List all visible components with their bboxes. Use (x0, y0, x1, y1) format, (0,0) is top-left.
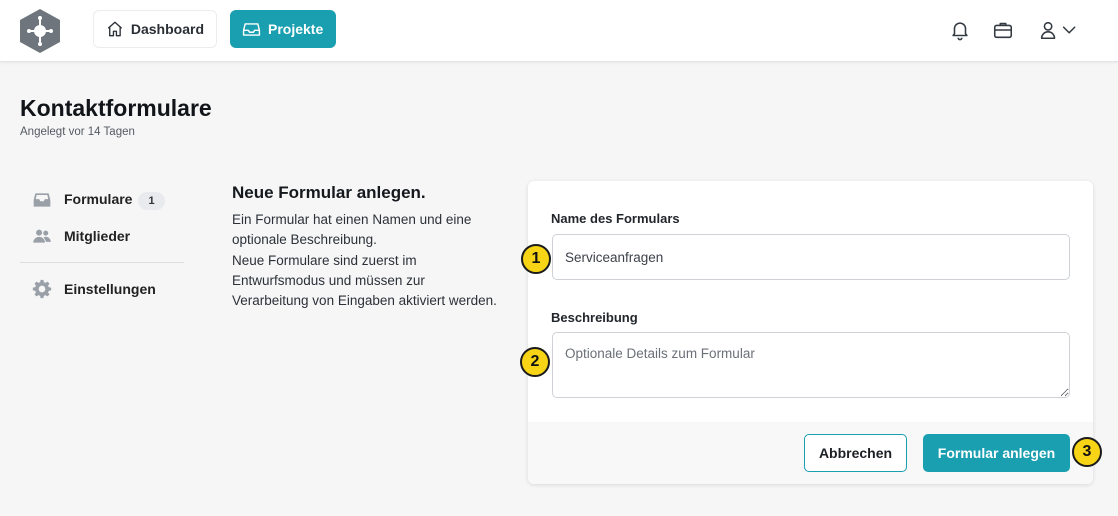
inbox-icon (33, 193, 51, 207)
user-icon (1040, 21, 1056, 40)
sidebar-item-label: Einstellungen (64, 281, 156, 297)
nav-projekte-button[interactable]: Projekte (230, 10, 336, 48)
annotation-marker-2: 2 (520, 347, 550, 377)
section-title: Neue Formular anlegen. (232, 183, 426, 202)
form-name-input[interactable] (552, 234, 1070, 280)
home-icon (107, 21, 123, 37)
chevron-down-icon (1062, 26, 1076, 34)
briefcase-icon[interactable] (992, 19, 1014, 41)
annotation-marker-3: 3 (1072, 437, 1102, 467)
nav-dashboard-button[interactable]: Dashboard (93, 10, 217, 48)
name-label: Name des Formulars (551, 211, 680, 226)
annotation-marker-1: 1 (521, 244, 551, 274)
page-subtitle: Angelegt vor 14 Tagen (20, 126, 135, 138)
logo-icon[interactable] (18, 8, 62, 54)
cancel-button[interactable]: Abbrechen (804, 434, 907, 472)
section-description: Ein Formular hat einen Namen und eine op… (232, 212, 497, 309)
form-description-textarea[interactable] (552, 332, 1070, 398)
user-menu[interactable] (1037, 19, 1083, 41)
sidebar-item-label: Formulare (64, 190, 133, 207)
form-card: Name des Formulars Beschreibung Abbreche… (528, 181, 1093, 484)
sidebar-divider (20, 262, 184, 263)
gear-icon (32, 279, 52, 299)
users-icon (33, 229, 51, 243)
sidebar-item-label: Mitglieder (64, 228, 131, 244)
bell-icon[interactable] (949, 19, 971, 41)
sidebar-item-einstellungen[interactable]: Einstellungen (32, 277, 156, 301)
inbox-icon (242, 22, 261, 36)
count-badge: 1 (138, 191, 165, 210)
sidebar-item-formulare[interactable]: Formulare 1 (32, 188, 165, 212)
nav-dashboard-label: Dashboard (130, 21, 204, 37)
nav-projekte-label: Projekte (268, 21, 324, 37)
create-form-button[interactable]: Formular anlegen (923, 434, 1070, 472)
page-title: Kontaktformulare (20, 95, 212, 121)
top-bar: Dashboard Projekte (0, 0, 1118, 62)
sidebar-item-mitglieder[interactable]: Mitglieder (32, 224, 130, 248)
description-label: Beschreibung (551, 310, 638, 325)
